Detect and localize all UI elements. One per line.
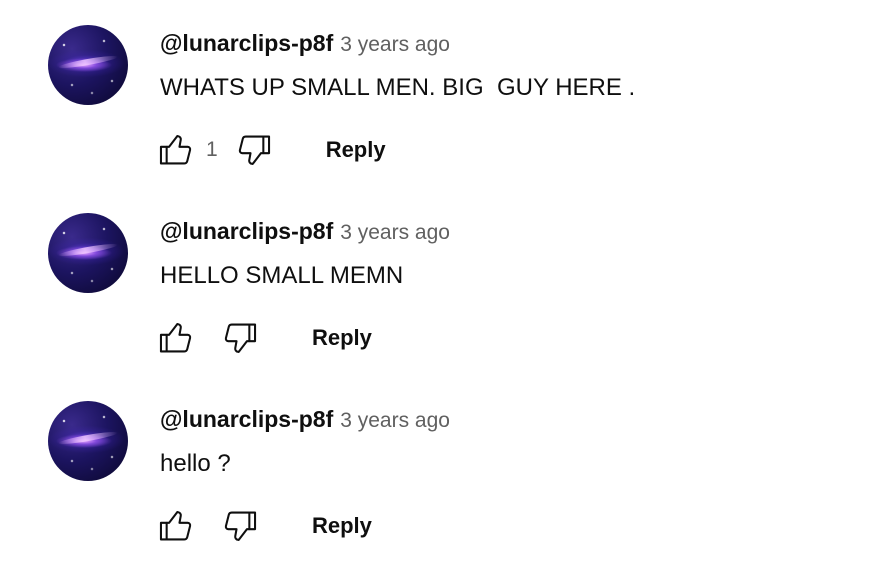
reply-button[interactable]: Reply (312, 513, 372, 539)
dislike-button[interactable] (220, 506, 260, 546)
author-name[interactable]: @lunarclips-p8f (160, 406, 333, 432)
comment-actions: 1 Reply (156, 130, 386, 170)
avatar[interactable] (48, 213, 128, 293)
like-button[interactable] (156, 318, 196, 358)
comment-timestamp[interactable]: 3 years ago (340, 33, 450, 56)
comment-text: hello ? (160, 450, 231, 477)
like-button[interactable] (156, 130, 196, 170)
comment-header: @lunarclips-p8f 3 years ago (160, 404, 450, 438)
comment-thread-item: @lunarclips-p8f 3 years ago hello ? Reply (0, 376, 887, 564)
comment-timestamp[interactable]: 3 years ago (340, 221, 450, 244)
reply-button[interactable]: Reply (312, 325, 372, 351)
like-count: 1 (206, 138, 218, 161)
comment-timestamp[interactable]: 3 years ago (340, 409, 450, 432)
comment-thread-item: @lunarclips-p8f 3 years ago WHATS UP SMAL… (0, 0, 887, 188)
comment-actions: Reply (156, 506, 372, 546)
thumbs-up-icon (159, 135, 192, 165)
thumbs-down-icon (224, 323, 257, 353)
dislike-button[interactable] (234, 130, 274, 170)
comment-text: HELLO SMALL MEMN (160, 262, 404, 289)
avatar[interactable] (48, 401, 128, 481)
comment-text: WHATS UP SMALL MEN. BIG GUY HERE . (160, 74, 636, 101)
dislike-button[interactable] (220, 318, 260, 358)
comment-thread-item: @lunarclips-p8f 3 years ago HELLO SMALL M… (0, 188, 887, 376)
avatar[interactable] (48, 25, 128, 105)
thumbs-up-icon (159, 323, 192, 353)
thumbs-down-icon (224, 511, 257, 541)
author-name[interactable]: @lunarclips-p8f (160, 30, 333, 56)
thumbs-up-icon (159, 511, 192, 541)
thumbs-down-icon (238, 135, 270, 165)
comment-actions: Reply (156, 318, 372, 358)
like-button[interactable] (156, 506, 196, 546)
author-name[interactable]: @lunarclips-p8f (160, 218, 333, 244)
reply-button[interactable]: Reply (326, 137, 386, 163)
comment-header: @lunarclips-p8f 3 years ago (160, 28, 450, 62)
comment-header: @lunarclips-p8f 3 years ago (160, 216, 450, 250)
